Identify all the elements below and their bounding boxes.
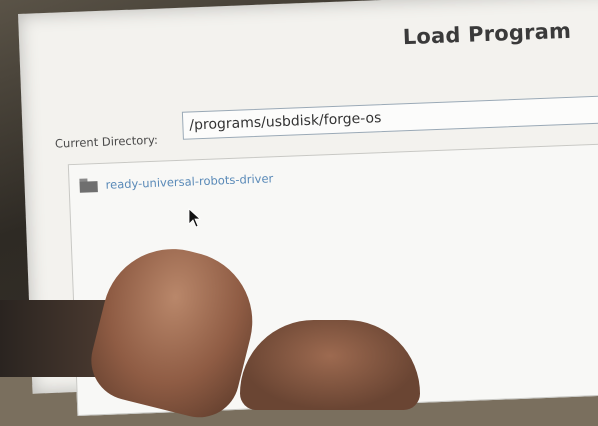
current-directory-field[interactable]: /programs/usbdisk/forge-os: [181, 94, 598, 140]
folder-icon: [79, 178, 98, 193]
mouse-pointer-icon: [188, 208, 202, 228]
file-name: ready-universal-robots-driver: [105, 171, 274, 192]
page-title: Load Program: [402, 18, 572, 50]
current-directory-label: Current Directory:: [54, 132, 159, 151]
file-list-item[interactable]: ready-universal-robots-driver: [79, 171, 274, 193]
